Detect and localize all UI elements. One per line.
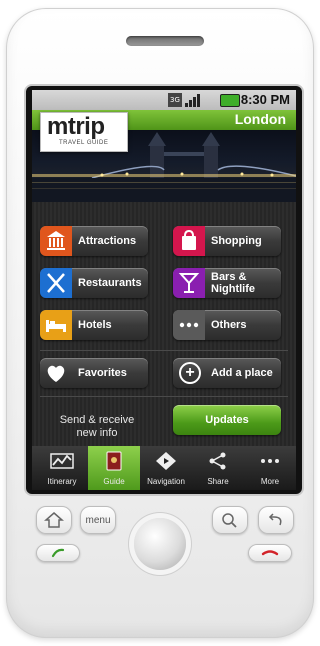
back-hardware-button[interactable]: [258, 506, 294, 534]
tab-itinerary[interactable]: Itinerary: [36, 446, 88, 490]
speaker-grille: [126, 36, 204, 46]
home-hardware-button[interactable]: [36, 506, 72, 534]
cocktail-icon: [173, 268, 205, 298]
updates-description-line1: Send & receive: [59, 414, 135, 426]
favorites-button[interactable]: Favorites: [40, 358, 148, 388]
end-call-hardware-button[interactable]: [248, 544, 292, 562]
search-icon: [222, 513, 237, 528]
tab-label: Share: [207, 477, 229, 486]
favorites-label: Favorites: [78, 367, 127, 379]
category-label: Restaurants: [78, 277, 142, 289]
signal-strength-icon: [185, 94, 200, 107]
category-label: Others: [211, 319, 247, 331]
tab-guide[interactable]: Guide: [88, 446, 140, 490]
shopping-bag-icon: [173, 226, 205, 256]
category-shopping-button[interactable]: Shopping: [173, 226, 281, 256]
tab-label: Navigation: [147, 477, 185, 486]
battery-icon: [220, 94, 240, 107]
updates-description-line2: new info: [76, 427, 118, 439]
updates-description: Send & receive new info: [42, 414, 152, 440]
add-place-label: Add a place: [211, 367, 273, 379]
search-hardware-button[interactable]: [212, 506, 248, 534]
category-label: Bars & Nightlife: [211, 268, 255, 298]
category-bars-nightlife-button[interactable]: Bars & Nightlife: [173, 268, 281, 298]
tab-share[interactable]: Share: [192, 446, 244, 490]
city-name: London: [234, 111, 286, 127]
category-label: Shopping: [211, 235, 262, 247]
divider: [40, 396, 288, 397]
cutlery-icon: [40, 268, 72, 298]
phone-call-icon: [51, 548, 65, 558]
navigation-icon: [156, 452, 176, 470]
category-label-line2: Nightlife: [211, 283, 255, 295]
category-restaurants-button[interactable]: Restaurants: [40, 268, 148, 298]
category-label-line1: Bars &: [211, 271, 247, 283]
home-icon: [44, 512, 64, 528]
plus-circle-icon: +: [179, 362, 201, 384]
heart-icon: [47, 365, 65, 382]
guide-book-icon: [106, 451, 122, 471]
mtrip-logo: mtrip TRAVEL GUIDE: [40, 112, 128, 152]
category-attractions-button[interactable]: Attractions: [40, 226, 148, 256]
bed-icon: [40, 310, 72, 340]
divider: [40, 350, 288, 351]
tab-label: Guide: [103, 477, 125, 486]
end-call-icon: [261, 550, 279, 556]
more-icon: [261, 459, 279, 463]
tab-navigation[interactable]: Navigation: [140, 446, 192, 490]
menu-label: menu: [85, 514, 111, 526]
bottom-tab-bar: Itinerary Guide Navigation Share More: [32, 446, 296, 490]
tab-label: Itinerary: [47, 477, 77, 486]
back-arrow-icon: [268, 513, 282, 526]
itinerary-icon: [50, 453, 74, 469]
app-screen: 3G 8:30 PM London mtrip TRAVEL GUIDE Att…: [32, 90, 296, 490]
trackball[interactable]: [134, 518, 186, 570]
call-hardware-button[interactable]: [36, 544, 80, 562]
category-others-button[interactable]: Others: [173, 310, 281, 340]
category-hotels-button[interactable]: Hotels: [40, 310, 148, 340]
museum-icon: [40, 226, 72, 256]
share-icon: [209, 452, 226, 470]
logo-tagline: TRAVEL GUIDE: [59, 140, 109, 146]
add-place-button[interactable]: + Add a place: [173, 358, 281, 388]
category-label: Hotels: [78, 319, 112, 331]
more-dots-icon: [173, 310, 205, 340]
status-bar: 3G 8:30 PM: [32, 90, 296, 110]
menu-hardware-button[interactable]: menu: [80, 506, 116, 534]
logo-name: mtrip: [47, 113, 105, 140]
updates-button[interactable]: Updates: [173, 405, 281, 435]
status-time: 8:30 PM: [240, 92, 290, 107]
tab-label: More: [260, 477, 280, 486]
tab-more[interactable]: More: [244, 446, 296, 490]
network-type-icon: 3G: [168, 93, 182, 107]
category-label: Attractions: [78, 235, 137, 247]
